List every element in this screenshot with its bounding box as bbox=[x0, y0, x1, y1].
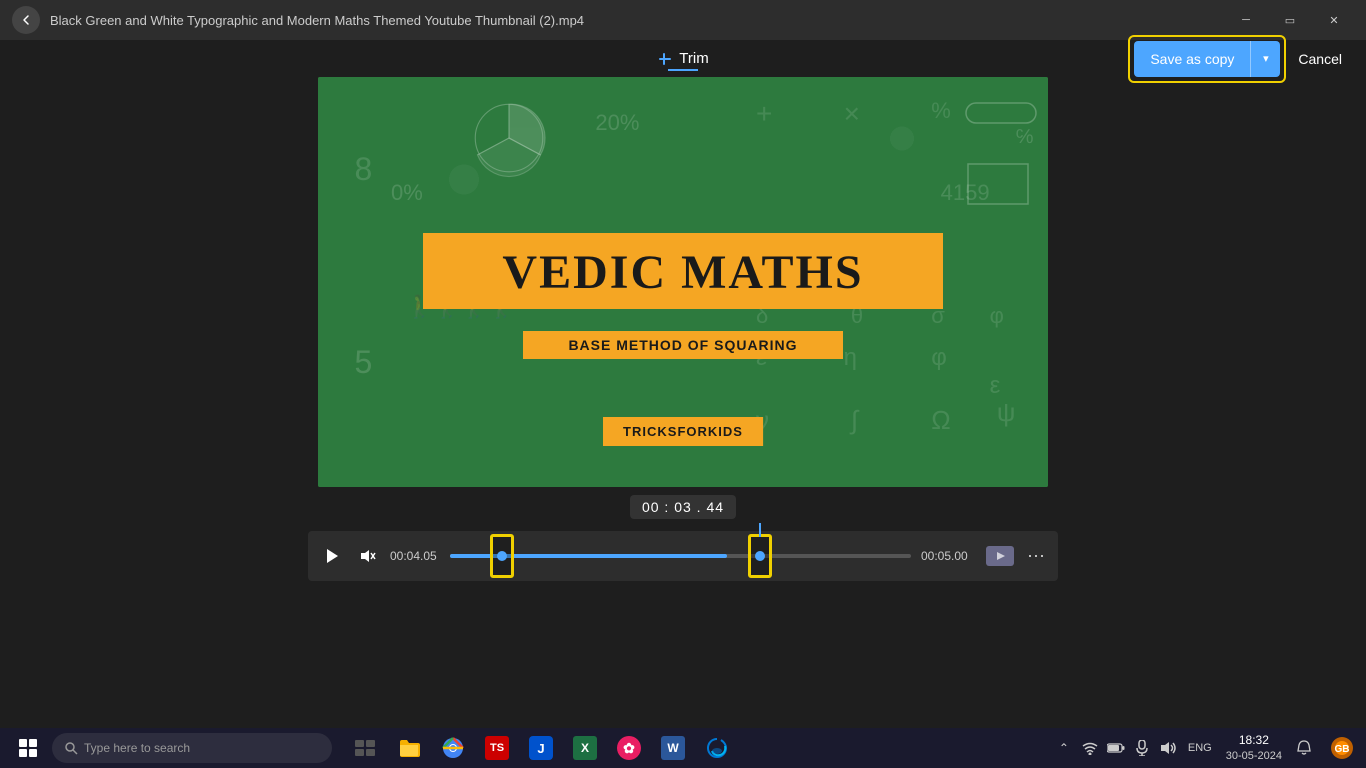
system-tray: ⌃ bbox=[1054, 730, 1358, 766]
taskbar-design-app[interactable]: ✿ bbox=[608, 730, 650, 766]
right-trim-circle bbox=[755, 551, 765, 561]
window-title: Black Green and White Typographic and Mo… bbox=[50, 13, 1226, 28]
notification-button[interactable] bbox=[1288, 730, 1320, 766]
chevron-down-icon: ▾ bbox=[1263, 52, 1269, 65]
vedic-title: VEDIC MATHS bbox=[443, 249, 923, 297]
svg-text:GB: GB bbox=[1335, 744, 1350, 755]
sub-title: BASE METHOD OF SQUARING bbox=[535, 337, 831, 353]
more-options-button[interactable]: ⋯ bbox=[1024, 544, 1048, 568]
tray-overflow-button[interactable]: ⌃ bbox=[1054, 738, 1074, 758]
cancel-button[interactable]: Cancel bbox=[1294, 43, 1346, 75]
video-container: 20% + × % ℅ 8 0% 5 ε η φ ε ν ∫ Ω ψ δ bbox=[318, 77, 1048, 487]
edge-icon-svg bbox=[706, 737, 728, 759]
jira-icon: J bbox=[529, 736, 553, 760]
taskbar-word[interactable]: W bbox=[652, 730, 694, 766]
explorer-icon bbox=[397, 736, 421, 760]
time-left: 00:04.05 bbox=[390, 549, 440, 563]
time-right: 00:05.00 bbox=[921, 549, 976, 563]
save-copy-dropdown-button[interactable]: ▾ bbox=[1250, 41, 1280, 77]
taskbar-explorer[interactable] bbox=[388, 730, 430, 766]
timeline-track[interactable] bbox=[450, 554, 911, 558]
color-button[interactable]: GB bbox=[1326, 732, 1358, 764]
excel-icon: X bbox=[573, 736, 597, 760]
mute-button[interactable] bbox=[356, 544, 380, 568]
timeline-container[interactable] bbox=[450, 552, 911, 560]
chrome-icon bbox=[441, 736, 465, 760]
taskbar-excel[interactable]: X bbox=[564, 730, 606, 766]
save-copy-button[interactable]: Save as copy bbox=[1134, 41, 1250, 77]
controls-area: 00:04.05 00:05.00 bbox=[308, 531, 1058, 581]
windows-logo bbox=[19, 739, 37, 757]
brand-badge: TRICKSFORKIDS bbox=[603, 417, 763, 446]
brand-text: TRICKSFORKIDS bbox=[623, 424, 743, 439]
left-trim-handle[interactable] bbox=[490, 534, 514, 578]
battery-icon[interactable] bbox=[1106, 738, 1126, 758]
chalk-background: 20% + × % ℅ 8 0% 5 ε η φ ε ν ∫ Ω ψ δ bbox=[318, 77, 1048, 487]
taskbar: Type here to search bbox=[0, 728, 1366, 768]
video-thumb-icon bbox=[990, 549, 1010, 563]
rect-decor bbox=[963, 159, 1033, 209]
edge-app-icon bbox=[705, 736, 729, 760]
notification-icon bbox=[1296, 740, 1312, 756]
ts-icon: TS bbox=[485, 736, 509, 760]
language-indicator[interactable]: ENG bbox=[1188, 742, 1212, 754]
taskbar-edge-app[interactable] bbox=[696, 730, 738, 766]
toolbar-right: Save as copy ▾ Cancel bbox=[1128, 35, 1346, 83]
minimize-button[interactable]: ─ bbox=[1226, 5, 1266, 35]
play-button[interactable] bbox=[318, 542, 346, 570]
volume-tray-svg bbox=[1160, 741, 1176, 755]
clock-date: 30-05-2024 bbox=[1226, 749, 1282, 763]
clock-area[interactable]: 18:32 30-05-2024 bbox=[1226, 733, 1282, 763]
search-bar[interactable]: Type here to search bbox=[52, 733, 332, 763]
search-icon bbox=[64, 741, 78, 755]
video-thumbnail: 20% + × % ℅ 8 0% 5 ε η φ ε ν ∫ Ω ψ δ bbox=[318, 77, 1048, 487]
chrome-icon-svg bbox=[442, 737, 464, 759]
clock-time: 18:32 bbox=[1239, 733, 1269, 749]
taskbar-task-view[interactable] bbox=[344, 730, 386, 766]
word-icon: W bbox=[661, 736, 685, 760]
color-button-icon: GB bbox=[1330, 736, 1354, 760]
folder-icon bbox=[398, 738, 420, 758]
close-button[interactable]: ✕ bbox=[1314, 5, 1354, 35]
window-controls: ─ ▭ ✕ bbox=[1226, 5, 1354, 35]
volume-tray-icon[interactable] bbox=[1158, 738, 1178, 758]
right-trim-handle[interactable] bbox=[748, 534, 772, 578]
trim-label: Trim bbox=[657, 50, 708, 67]
taskbar-chrome[interactable] bbox=[432, 730, 474, 766]
taskbar-apps: TS J X ✿ W bbox=[344, 730, 738, 766]
back-button[interactable] bbox=[12, 6, 40, 34]
microphone-icon[interactable] bbox=[1132, 738, 1152, 758]
mic-icon-svg bbox=[1136, 740, 1148, 756]
orange-banner: VEDIC MATHS bbox=[423, 233, 943, 309]
right-trim-marker bbox=[759, 523, 761, 537]
wifi-icon-svg bbox=[1082, 741, 1098, 755]
task-view-icon bbox=[353, 736, 377, 760]
task-view-icon-svg bbox=[355, 740, 375, 756]
toolbar: Trim Save as copy ▾ Cancel bbox=[0, 50, 1366, 67]
pie-chart-decor bbox=[464, 93, 554, 183]
search-placeholder: Type here to search bbox=[84, 741, 190, 755]
trim-icon bbox=[657, 51, 673, 67]
left-trim-circle bbox=[497, 551, 507, 561]
main-content: Trim Save as copy ▾ Cancel 20% + × % ℅ bbox=[0, 40, 1366, 728]
volume-icon bbox=[360, 549, 376, 563]
playback-bar: 00:04.05 00:05.00 bbox=[308, 531, 1058, 581]
design-icon: ✿ bbox=[617, 736, 641, 760]
play-icon bbox=[325, 548, 339, 564]
thumbnail-icon[interactable] bbox=[986, 546, 1014, 566]
wifi-icon[interactable] bbox=[1080, 738, 1100, 758]
time-display: 00 : 03 . 44 bbox=[630, 495, 736, 519]
pill-decor bbox=[961, 93, 1041, 133]
start-button[interactable] bbox=[8, 730, 48, 766]
save-copy-container: Save as copy ▾ bbox=[1128, 35, 1286, 83]
battery-icon-svg bbox=[1107, 742, 1125, 754]
maximize-button[interactable]: ▭ bbox=[1270, 5, 1310, 35]
taskbar-app-ts[interactable]: TS bbox=[476, 730, 518, 766]
sub-banner: BASE METHOD OF SQUARING bbox=[523, 331, 843, 359]
taskbar-jira[interactable]: J bbox=[520, 730, 562, 766]
